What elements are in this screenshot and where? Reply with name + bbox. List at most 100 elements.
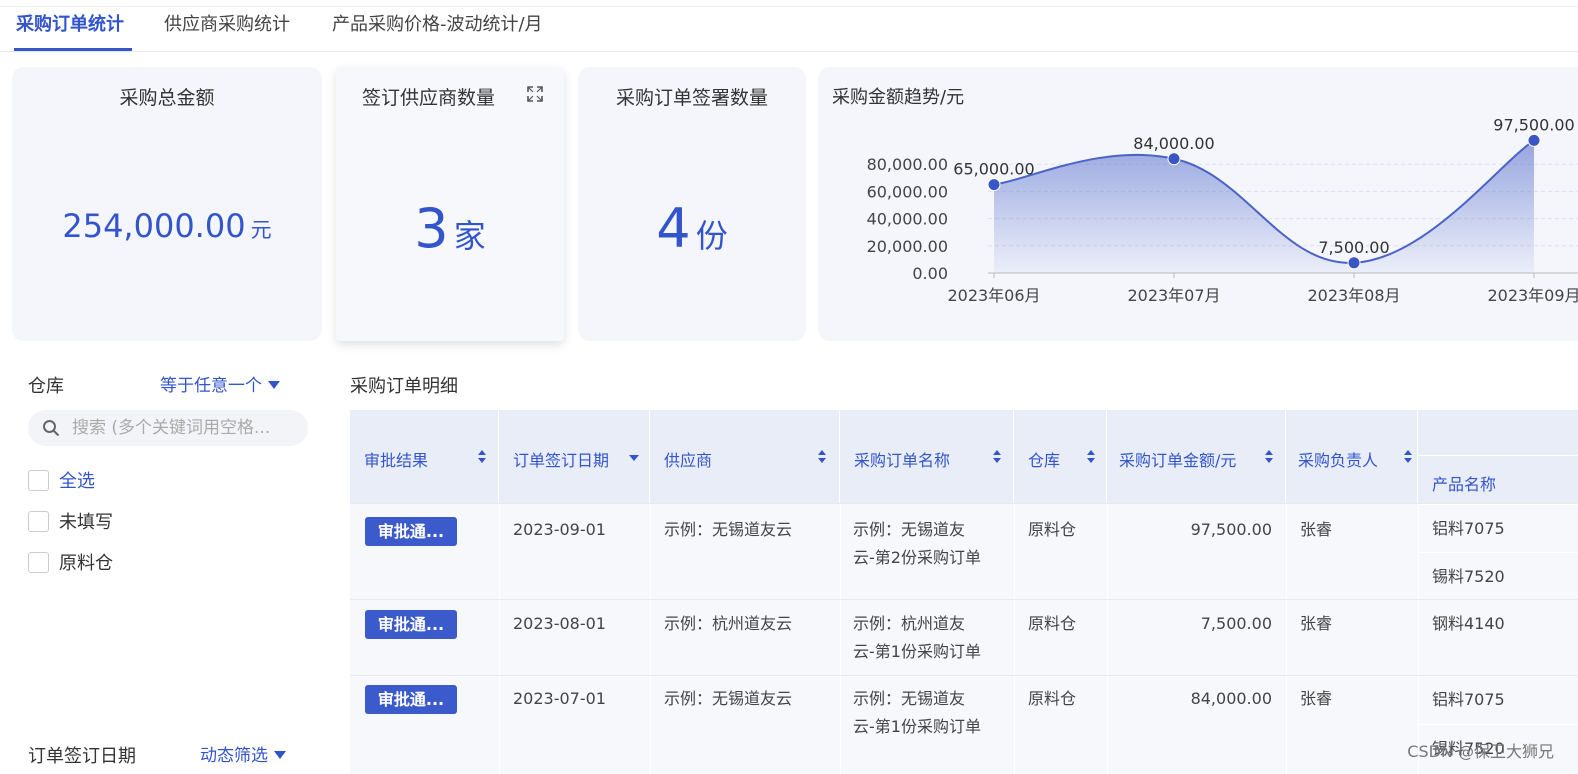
owner-cell: 张睿	[1300, 614, 1333, 633]
product-cell: 铝料7075	[1418, 504, 1578, 551]
col-order-name[interactable]: 采购订单名称	[840, 410, 1014, 503]
option-label: 原料仓	[59, 553, 113, 574]
warehouse-cell: 原料仓	[1028, 520, 1077, 539]
order-name-cell: 示例：无锡道友 云-第1份采购订单	[853, 685, 981, 741]
product-name: 铝料7075	[1432, 690, 1505, 709]
tab-order-stats[interactable]: 采购订单统计	[16, 10, 124, 36]
kpi-value: 4 份	[578, 197, 806, 260]
x-tick-label: 2023年09月	[1487, 286, 1578, 305]
supplier-cell: 示例：杭州道友云	[664, 614, 793, 633]
active-tab-indicator	[14, 48, 132, 51]
sort-icon[interactable]	[1404, 450, 1412, 464]
option-unfilled[interactable]: 未填写	[28, 509, 113, 533]
sign-date-cell: 2023-09-01	[513, 520, 606, 539]
table-row[interactable]: 审批通... 2023-07-01 示例：无锡道友云 示例：无锡道友 云-第1份…	[350, 675, 1578, 774]
table-row[interactable]: 审批通... 2023-08-01 示例：杭州道友云 示例：杭州道友 云-第1份…	[350, 599, 1578, 675]
sign-date-filter-label: 订单签订日期	[28, 746, 136, 767]
checkbox[interactable]	[28, 469, 49, 491]
col-amount[interactable]: 采购订单金额/元	[1107, 410, 1286, 503]
table-title: 采购订单明细	[350, 376, 458, 397]
kpi-number: 4	[656, 197, 691, 260]
warehouse-filter-label: 仓库	[28, 376, 64, 397]
kpi-value: 254,000.00 元	[12, 207, 322, 245]
owner-cell: 张睿	[1300, 520, 1333, 539]
column-header-label: 采购负责人	[1298, 451, 1379, 470]
table-row[interactable]: 审批通... 2023-09-01 示例：无锡道友云 示例：无锡道友 云-第2份…	[350, 503, 1578, 599]
approval-status-badge[interactable]: 审批通...	[365, 685, 457, 714]
order-name-line: 示例：无锡道友	[853, 689, 966, 708]
col-sign-date[interactable]: 订单签订日期	[499, 410, 650, 503]
sort-icon[interactable]	[818, 450, 826, 464]
supplier-cell: 示例：无锡道友云	[664, 520, 793, 539]
owner-cell: 张睿	[1300, 689, 1333, 708]
order-name-line: 示例：杭州道友	[853, 614, 966, 633]
tab-supplier-stats[interactable]: 供应商采购统计	[164, 10, 290, 36]
sign-date-filter-mode-dropdown[interactable]: 动态筛选	[200, 741, 286, 766]
option-label: 未填写	[59, 512, 113, 533]
data-label: 7,500.00	[1318, 238, 1389, 257]
warehouse-search[interactable]	[28, 410, 308, 446]
search-icon	[43, 420, 60, 437]
option-select-all[interactable]: 全选	[28, 468, 95, 492]
kpi-total-amount-card: 采购总金额 254,000.00 元	[12, 67, 322, 341]
order-name-line: 云-第1份采购订单	[853, 642, 981, 661]
amount-cell: 7,500.00	[1200, 614, 1272, 633]
checkbox[interactable]	[28, 551, 49, 573]
order-name-cell: 示例：无锡道友 云-第2份采购订单	[853, 516, 981, 572]
sort-icon[interactable]	[1265, 450, 1273, 464]
approval-status-badge[interactable]: 审批通...	[365, 517, 457, 546]
top-divider	[0, 6, 1578, 7]
checkbox[interactable]	[28, 510, 49, 532]
col-supplier[interactable]: 供应商	[650, 410, 840, 503]
warehouse-cell: 原料仓	[1028, 614, 1077, 633]
col-warehouse[interactable]: 仓库	[1014, 410, 1107, 503]
caret-down-icon	[268, 381, 280, 389]
kpi-value: 3 家	[336, 197, 564, 260]
y-tick-label: 60,000.00	[867, 182, 948, 201]
sort-icon[interactable]	[1087, 450, 1095, 464]
caret-down-icon	[274, 751, 286, 759]
column-header-label: 采购订单金额/元	[1119, 451, 1237, 470]
order-name-line: 示例：无锡道友	[853, 520, 966, 539]
tab-bar: 采购订单统计 供应商采购统计 产品采购价格-波动统计/月	[0, 0, 1578, 52]
warehouse-filter-mode-dropdown[interactable]: 等于任意一个	[160, 371, 280, 396]
order-name-line: 云-第2份采购订单	[853, 548, 981, 567]
amount-trend-card: 采购金额趋势/元 0.00 20,000.00 40,000.00 60,000.00…	[818, 67, 1578, 341]
product-cell: 锡料7520	[1418, 552, 1578, 599]
amount-trend-chart: 0.00 20,000.00 40,000.00 60,000.00 80,000.00…	[867, 115, 1578, 305]
kpi-supplier-count-card[interactable]: 签订供应商数量 3 家	[336, 67, 564, 341]
watermark: CSDN @保卫大狮兄	[1407, 742, 1554, 761]
data-label: 97,500.00	[1493, 115, 1574, 134]
tab-price-trend[interactable]: 产品采购价格-波动统计/月	[332, 10, 543, 36]
amount-cell: 84,000.00	[1190, 689, 1272, 708]
header-group-divider	[1418, 410, 1578, 456]
y-tick-label: 20,000.00	[867, 237, 948, 256]
sort-desc-icon[interactable]	[629, 455, 639, 461]
col-owner[interactable]: 采购负责人	[1286, 410, 1418, 503]
area-fill	[994, 140, 1534, 273]
column-header-label: 订单签订日期	[513, 451, 610, 470]
y-tick-label: 80,000.00	[867, 155, 948, 174]
sign-date-cell: 2023-08-01	[513, 614, 606, 633]
table-header: 审批结果 订单签订日期 供应商 采购订单名称 仓库 采购订单金额/元 采购负责人…	[350, 410, 1578, 503]
fullscreen-icon[interactable]	[526, 85, 544, 103]
sort-icon[interactable]	[993, 450, 1001, 464]
search-input[interactable]	[72, 410, 300, 446]
sign-date-cell: 2023-07-01	[513, 689, 606, 708]
option-label: 全选	[59, 471, 95, 492]
kpi-number: 254,000.00	[62, 207, 246, 245]
approval-status-badge[interactable]: 审批通...	[365, 610, 457, 639]
col-approval[interactable]: 审批结果	[350, 410, 499, 503]
data-point	[1347, 256, 1361, 270]
order-name-cell: 示例：杭州道友 云-第1份采购订单	[853, 610, 981, 666]
product-name: 铝料7075	[1432, 519, 1505, 538]
product-name: 锡料7520	[1432, 567, 1505, 586]
data-label: 65,000.00	[953, 160, 1034, 179]
sort-icon[interactable]	[478, 450, 486, 464]
option-raw-material[interactable]: 原料仓	[28, 550, 113, 574]
data-point	[1527, 133, 1541, 147]
x-tick-label: 2023年06月	[947, 286, 1040, 305]
data-label: 84,000.00	[1133, 134, 1214, 153]
column-header-label: 仓库	[1028, 451, 1061, 470]
supplier-cell: 示例：无锡道友云	[664, 689, 793, 708]
